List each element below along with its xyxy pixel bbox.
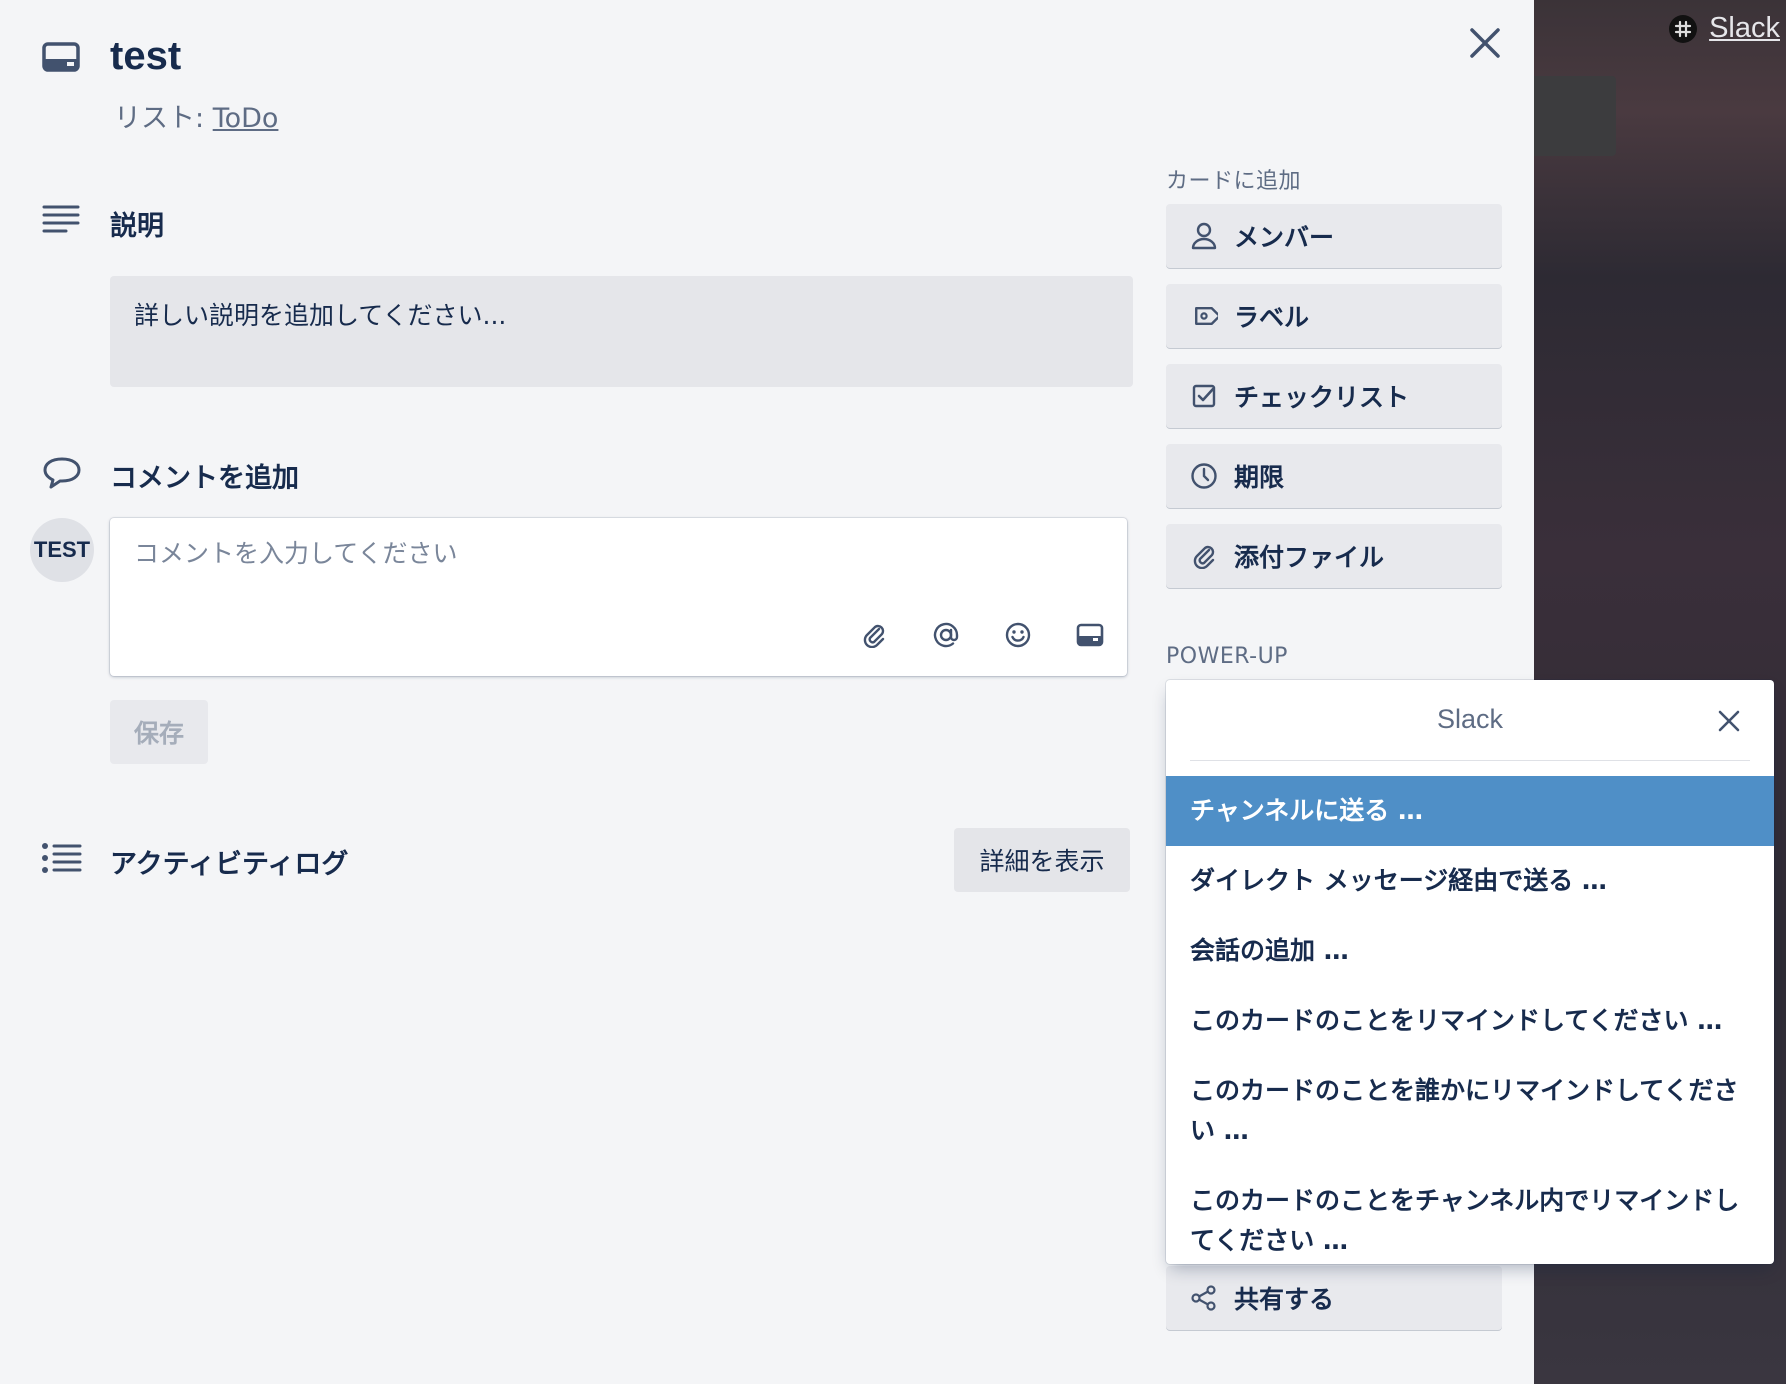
- list-prefix: リスト:: [114, 103, 213, 134]
- description-heading: 説明: [110, 211, 164, 242]
- comment-input[interactable]: [132, 538, 1096, 569]
- card-icon: [42, 42, 80, 76]
- add-to-card-label: カードに追加: [1166, 169, 1302, 194]
- remind-someone-item[interactable]: このカードのことを誰かにリマインドしてください …: [1166, 1056, 1774, 1166]
- members-label: メンバー: [1234, 223, 1335, 252]
- attachment-icon[interactable]: [859, 620, 889, 650]
- slack-board-button[interactable]: Slack: [1669, 12, 1780, 45]
- mention-icon[interactable]: [931, 620, 961, 650]
- popover-close-icon[interactable]: [1716, 708, 1742, 734]
- comment-heading: コメントを追加: [110, 463, 299, 494]
- popover-title: Slack: [1436, 704, 1504, 734]
- attachment-button[interactable]: 添付ファイル: [1166, 524, 1502, 588]
- comment-icon: [42, 456, 82, 494]
- due-date-label: 期限: [1234, 463, 1285, 492]
- slack-link[interactable]: Slack: [1709, 12, 1780, 45]
- description-icon: [42, 204, 80, 238]
- activity-heading: アクティビティログ: [110, 849, 349, 880]
- remind-me-item[interactable]: このカードのことをリマインドしてください …: [1166, 986, 1774, 1056]
- show-details-button[interactable]: 詳細を表示: [954, 828, 1130, 892]
- comment-toolbar: [859, 620, 1105, 650]
- popover-divider: [1190, 760, 1750, 761]
- share-label: 共有する: [1234, 1285, 1335, 1314]
- send-to-channel-item[interactable]: チャンネルに送る …: [1166, 776, 1774, 846]
- card-embed-icon[interactable]: [1075, 620, 1105, 650]
- share-icon: [1190, 1284, 1218, 1312]
- tag-icon: [1190, 302, 1218, 330]
- members-button[interactable]: メンバー: [1166, 204, 1502, 268]
- board-header-bar: [1534, 76, 1616, 156]
- description-field[interactable]: 詳しい説明を追加してください...: [110, 276, 1133, 387]
- card-list-info: リスト: ToDo: [114, 96, 278, 135]
- avatar[interactable]: TEST: [30, 518, 94, 582]
- labels-label: ラベル: [1234, 303, 1310, 332]
- paperclip-icon: [1190, 542, 1218, 570]
- card-title[interactable]: test: [110, 34, 181, 79]
- close-icon[interactable]: [1468, 26, 1502, 60]
- checklist-label: チェックリスト: [1234, 383, 1410, 412]
- checklist-button[interactable]: チェックリスト: [1166, 364, 1502, 428]
- activity-icon: [40, 842, 82, 878]
- attachment-label: 添付ファイル: [1234, 543, 1385, 572]
- clock-icon: [1190, 462, 1218, 490]
- save-button[interactable]: 保存: [110, 700, 208, 764]
- slack-popover: Slack チャンネルに送る … ダイレクト メッセージ経由で送る … 会話の追…: [1166, 680, 1774, 1264]
- card-detail-modal: test リスト: ToDo 説明 詳しい説明を追加してください... コメント…: [0, 0, 1774, 1384]
- powerup-label: POWER-UP: [1166, 644, 1288, 669]
- slack-logo-icon: [1669, 14, 1698, 43]
- person-icon: [1190, 222, 1218, 250]
- checkbox-icon: [1190, 382, 1218, 410]
- slack-action-list: チャンネルに送る … ダイレクト メッセージ経由で送る … 会話の追加 … この…: [1166, 776, 1774, 1276]
- due-date-button[interactable]: 期限: [1166, 444, 1502, 508]
- list-link[interactable]: ToDo: [213, 103, 279, 134]
- labels-button[interactable]: ラベル: [1166, 284, 1502, 348]
- emoji-icon[interactable]: [1003, 620, 1033, 650]
- comment-composer: [110, 518, 1127, 676]
- send-direct-message-item[interactable]: ダイレクト メッセージ経由で送る …: [1166, 846, 1774, 916]
- remind-channel-item[interactable]: このカードのことをチャンネル内でリマインドしてください …: [1166, 1166, 1774, 1276]
- add-conversation-item[interactable]: 会話の追加 …: [1166, 916, 1774, 986]
